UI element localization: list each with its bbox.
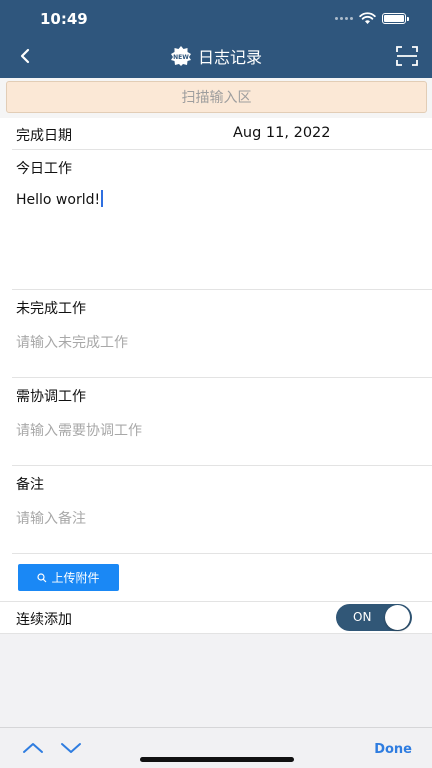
divider bbox=[0, 633, 432, 634]
unfinished-work-textarea[interactable]: 请输入未完成工作 bbox=[0, 324, 432, 376]
status-time: 10:49 bbox=[40, 10, 88, 28]
nav-header: 10:49 NEW 日志记录 bbox=[0, 0, 432, 78]
unfinished-work-placeholder: 请输入未完成工作 bbox=[16, 335, 128, 351]
header-title-group: NEW 日志记录 bbox=[0, 44, 432, 68]
notes-placeholder: 请输入备注 bbox=[16, 511, 86, 527]
new-badge-icon: NEW bbox=[170, 46, 191, 66]
signal-dots-icon bbox=[335, 17, 353, 20]
continuous-add-label: 连续添加 bbox=[16, 612, 72, 628]
done-button[interactable]: Done bbox=[374, 742, 412, 757]
status-icons bbox=[335, 12, 409, 25]
notes-label: 备注 bbox=[16, 477, 44, 493]
home-indicator bbox=[140, 757, 294, 762]
today-work-label: 今日工作 bbox=[16, 161, 72, 177]
search-icon bbox=[37, 572, 47, 582]
chevron-up-icon[interactable] bbox=[22, 740, 44, 756]
scan-icon[interactable] bbox=[394, 44, 420, 68]
coordination-work-placeholder: 请输入需要协调工作 bbox=[16, 423, 142, 439]
completion-date-value[interactable]: Aug 11, 2022 bbox=[233, 125, 331, 141]
upload-attachment-button[interactable]: 上传附件 bbox=[18, 564, 119, 591]
scan-area-container: 扫描输入区 bbox=[0, 78, 432, 118]
divider bbox=[12, 149, 432, 150]
wifi-icon bbox=[359, 12, 376, 24]
log-form: 完成日期 Aug 11, 2022 今日工作 Hello world! 未完成工… bbox=[0, 118, 432, 634]
completion-date-label: 完成日期 bbox=[16, 128, 72, 144]
completion-date-row[interactable]: 完成日期 Aug 11, 2022 bbox=[0, 118, 432, 150]
notes-textarea[interactable]: 请输入备注 bbox=[0, 500, 432, 552]
continuous-add-toggle[interactable]: ON bbox=[336, 604, 412, 631]
divider bbox=[12, 465, 432, 466]
today-work-value: Hello world! bbox=[16, 190, 104, 208]
toggle-state-text: ON bbox=[353, 610, 372, 624]
upload-attachment-label: 上传附件 bbox=[51, 571, 100, 585]
toggle-knob bbox=[385, 605, 410, 630]
coordination-work-label: 需协调工作 bbox=[16, 389, 86, 405]
divider bbox=[0, 601, 432, 602]
divider bbox=[12, 553, 432, 554]
today-work-text: Hello world! bbox=[16, 192, 101, 208]
divider bbox=[12, 377, 432, 378]
page-title: 日志记录 bbox=[197, 48, 262, 67]
scan-input-area[interactable]: 扫描输入区 bbox=[6, 81, 427, 113]
today-work-textarea[interactable]: Hello world! bbox=[0, 182, 432, 288]
coordination-work-textarea[interactable]: 请输入需要协调工作 bbox=[0, 412, 432, 464]
text-caret bbox=[101, 190, 104, 207]
divider bbox=[12, 289, 432, 290]
new-badge-text: NEW bbox=[173, 54, 189, 61]
unfinished-work-label: 未完成工作 bbox=[16, 301, 86, 317]
chevron-down-icon[interactable] bbox=[60, 740, 82, 756]
battery-icon bbox=[382, 13, 409, 24]
